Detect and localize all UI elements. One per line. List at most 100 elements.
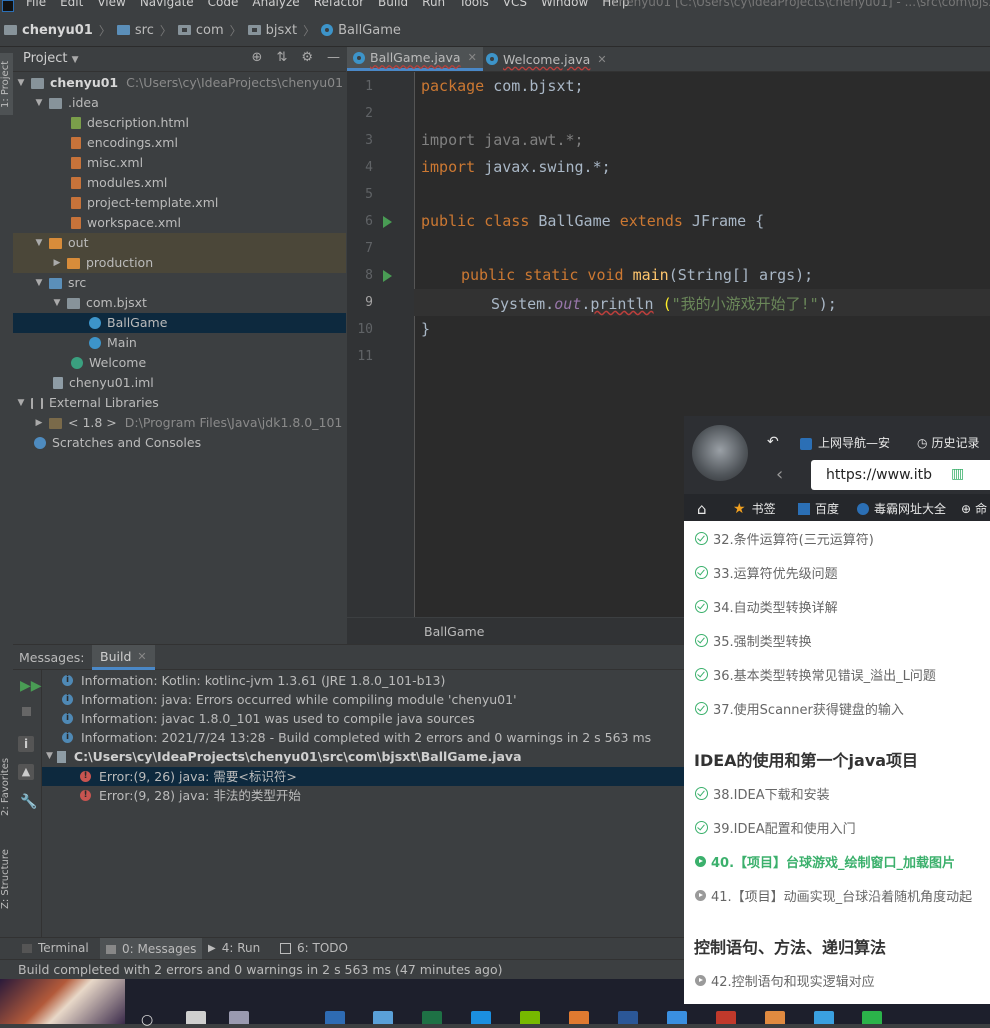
menu-refactor[interactable]: Refactor (314, 0, 364, 9)
menu-run[interactable]: Run (422, 0, 445, 9)
menu-tools[interactable]: Tools (459, 0, 489, 9)
menu-analyze[interactable]: Analyze (252, 0, 299, 9)
menu-vcs[interactable]: VCS (503, 0, 527, 9)
app-grid-icon[interactable] (229, 1011, 249, 1024)
tree-row-file[interactable]: modules.xml (71, 173, 167, 193)
bookmark-duba[interactable]: 毒霸网址大全 (857, 500, 946, 517)
gear-icon[interactable]: ⚙ (301, 50, 313, 65)
course-item[interactable]: 41.【项目】动画实现_台球沿着随机角度动起 (695, 886, 972, 905)
message-row[interactable]: i Information: 2021/7/24 13:28 - Build co… (62, 728, 651, 747)
close-icon[interactable]: ✕ (597, 53, 606, 66)
excel-icon[interactable] (422, 1011, 442, 1024)
tree-row-idea[interactable]: ▼ .idea (34, 93, 99, 113)
tree-row-ballgame[interactable]: BallGame (89, 313, 167, 333)
chevron-left-icon[interactable]: ‹ (776, 464, 783, 485)
run-gutter-icon[interactable] (383, 270, 392, 282)
breadcrumb-project[interactable]: chenyu01 (4, 23, 93, 38)
app-icon[interactable] (667, 1011, 687, 1024)
tab-messages[interactable]: 0: Messages (100, 938, 203, 960)
tree-row-scratches[interactable]: Scratches and Consoles (34, 433, 201, 453)
search-icon[interactable]: ○ (141, 1012, 153, 1028)
course-item[interactable]: 38.IDEA下载和安装 (695, 784, 830, 803)
tree-row-file[interactable]: misc.xml (71, 153, 143, 173)
locate-icon[interactable]: ⊕ (252, 50, 263, 65)
message-file-row[interactable]: ▼ C:\Users\cy\IdeaProjects\chenyu01\src\c… (46, 747, 522, 766)
hide-icon[interactable]: — (327, 50, 340, 65)
run-gutter-icon[interactable] (383, 216, 392, 228)
project-tool-tab[interactable]: 1: Project (0, 53, 13, 115)
favorites-tool-tab[interactable]: 2: Favorites (0, 747, 13, 827)
course-item[interactable]: 34.自动类型转换详解 (695, 597, 838, 616)
breadcrumb-com[interactable]: com (177, 23, 224, 38)
tab-run[interactable]: ▶ 4: Run (208, 941, 260, 955)
menu-build[interactable]: Build (378, 0, 408, 9)
tree-row-package[interactable]: ▼ com.bjsxt (52, 293, 147, 313)
mail-icon[interactable] (325, 1011, 345, 1024)
tree-row-welcome[interactable]: Welcome (71, 353, 146, 373)
rerun-icon[interactable]: ▶▶ (20, 678, 42, 694)
bookmark-baidu[interactable]: 百度 (798, 500, 839, 517)
browser-icon[interactable] (765, 1011, 785, 1024)
word-icon[interactable] (618, 1011, 638, 1024)
tree-row-project-root[interactable]: ▼ chenyu01 C:\Users\cy\IdeaProjects\chenyu… (16, 73, 344, 93)
bookmark-more[interactable]: ⊕ 命 (961, 500, 987, 517)
task-view-icon[interactable] (186, 1011, 206, 1024)
history-button[interactable]: ◷ 历史记录 (917, 434, 980, 451)
app-icon[interactable] (569, 1011, 589, 1024)
tab-terminal[interactable]: Terminal (22, 941, 89, 955)
menu-window[interactable]: Window (541, 0, 588, 9)
tab-build[interactable]: Build ✕ (92, 645, 155, 670)
nav-site-tab[interactable]: 上网导航—安 (800, 434, 890, 451)
address-bar[interactable]: https://www.itb ▥ (811, 460, 990, 490)
wrench-icon[interactable]: 🔧 (20, 794, 37, 810)
course-item-current[interactable]: 40.【项目】台球游戏_绘制窗口_加载图片 (695, 852, 955, 871)
app-icon[interactable] (814, 1011, 834, 1024)
course-item[interactable]: 39.IDEA配置和使用入门 (695, 818, 856, 837)
tree-row-file[interactable]: project-template.xml (71, 193, 218, 213)
home-icon[interactable]: ⌂ (697, 500, 707, 518)
message-row[interactable]: i Information: java: Errors occurred whil… (62, 690, 517, 709)
menu-file[interactable]: File (26, 0, 46, 9)
menu-view[interactable]: View (97, 0, 125, 9)
close-icon[interactable]: ✕ (468, 51, 477, 64)
tree-row-file[interactable]: workspace.xml (71, 213, 181, 233)
collapse-all-icon[interactable]: ⇅ (276, 50, 287, 65)
bookmark-shuqian[interactable]: ★ 书签 (733, 500, 776, 517)
ie-icon[interactable] (471, 1011, 491, 1024)
tree-row-file[interactable]: encodings.xml (71, 133, 178, 153)
project-view-selector[interactable]: Project ▼ (23, 51, 79, 66)
tree-row-iml[interactable]: chenyu01.iml (53, 373, 154, 393)
course-item[interactable]: 35.强制类型转换 (695, 631, 812, 650)
wechat-icon[interactable] (862, 1011, 882, 1024)
browser-logo-icon[interactable] (692, 425, 748, 481)
message-row[interactable]: i Information: Kotlin: kotlinc-jvm 1.3.61… (62, 671, 445, 690)
warning-filter-icon[interactable]: ▲ (18, 764, 34, 780)
close-icon[interactable]: ✕ (137, 650, 146, 663)
error-row[interactable]: ! Error:(9, 26) java: 需要<标识符> (80, 767, 297, 786)
back-icon[interactable]: ↶ (767, 434, 779, 450)
tree-row-external-libraries[interactable]: ▼ External Libraries (16, 393, 159, 413)
course-item[interactable]: 36.基本类型转换常见错误_溢出_L问题 (695, 665, 936, 684)
course-item[interactable]: 32.条件运算符(三元运算符) (695, 529, 874, 548)
nvidia-icon[interactable] (520, 1011, 540, 1024)
reader-icon[interactable]: ▥ (951, 466, 964, 482)
course-item[interactable]: 37.使用Scanner获得键盘的输入 (695, 699, 904, 718)
course-item[interactable]: 42.控制语句和现实逻辑对应 (695, 971, 875, 990)
tree-row-jdk[interactable]: ▶ < 1.8 > D:\Program Files\Java\jdk1.8.0_1… (34, 413, 343, 433)
breadcrumb-ballgame[interactable]: BallGame (321, 23, 401, 38)
tree-row-main[interactable]: Main (89, 333, 137, 353)
tab-welcome-java[interactable]: Welcome.java ✕ (480, 47, 613, 71)
message-row[interactable]: i Information: javac 1.8.0_101 was used t… (62, 709, 475, 728)
tree-row-production[interactable]: ▶ production (52, 253, 154, 273)
error-row[interactable]: ! Error:(9, 28) java: 非法的类型开始 (80, 786, 301, 805)
menu-edit[interactable]: Edit (60, 0, 83, 9)
info-filter-icon[interactable]: i (18, 736, 34, 752)
tab-todo[interactable]: 6: TODO (280, 941, 348, 955)
tree-row-file[interactable]: description.html (71, 113, 189, 133)
breadcrumb-bjsxt[interactable]: bjsxt (247, 23, 297, 38)
structure-tool-tab[interactable]: Z: Structure (0, 844, 13, 914)
app-icon[interactable] (373, 1011, 393, 1024)
course-item[interactable]: 33.运算符优先级问题 (695, 563, 838, 582)
tree-row-out[interactable]: ▼ out (34, 233, 89, 253)
intellij-icon[interactable] (716, 1011, 736, 1024)
